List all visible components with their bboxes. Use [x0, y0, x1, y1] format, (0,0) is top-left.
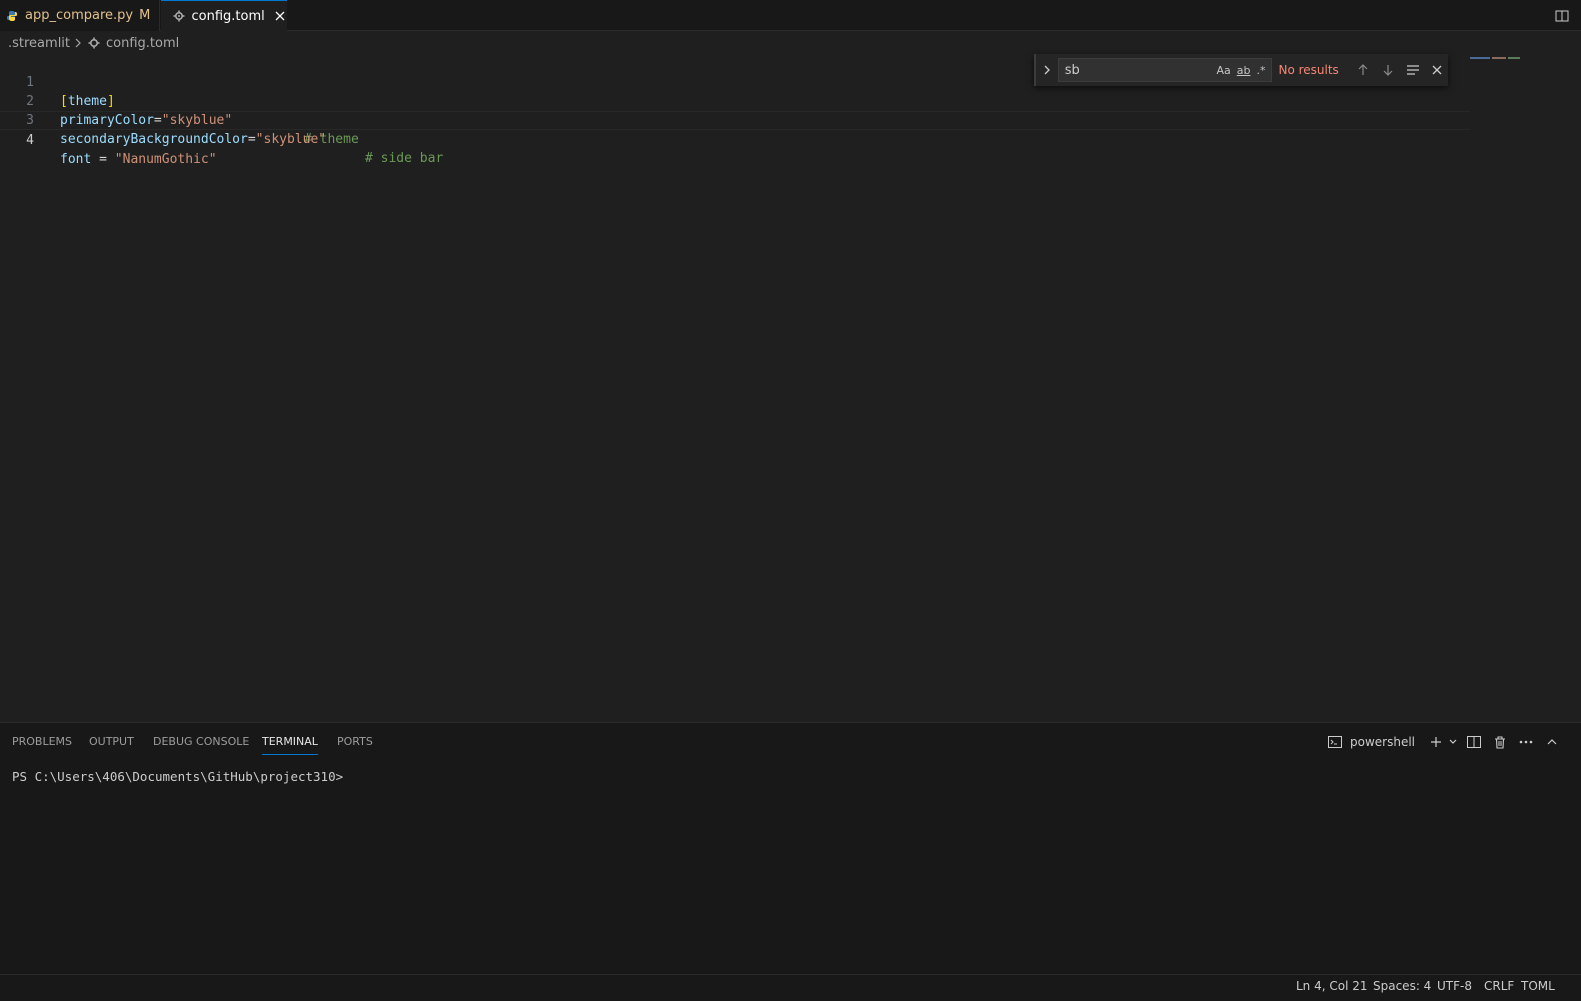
split-terminal-icon[interactable] — [1463, 731, 1485, 753]
find-input-value: sb — [1064, 62, 1080, 78]
file-encoding[interactable]: UTF-8 — [1437, 979, 1472, 993]
plus-icon[interactable] — [1425, 731, 1447, 753]
end-of-line[interactable]: CRLF — [1484, 979, 1514, 993]
chevron-down-icon[interactable] — [1447, 731, 1459, 753]
close-icon[interactable] — [273, 8, 287, 24]
regex-toggle[interactable]: .* — [1256, 64, 1265, 77]
code-editor[interactable]: 1 [theme] 2 primaryColor="skyblue" # the… — [0, 54, 1581, 722]
terminal-shell-selector[interactable]: powershell — [1324, 731, 1415, 753]
trash-icon[interactable] — [1489, 731, 1511, 753]
tab-ports[interactable]: PORTS — [337, 735, 373, 755]
editor-actions — [1551, 0, 1581, 31]
terminal-icon — [1324, 731, 1346, 753]
breadcrumb: .streamlit config.toml — [0, 32, 1581, 54]
tab-app-compare[interactable]: app_compare.py M — [0, 0, 160, 31]
gear-icon — [173, 9, 185, 23]
gear-icon — [88, 37, 100, 49]
code-line-current: 4 font = "NanumGothic" — [0, 111, 1470, 167]
close-icon[interactable] — [1426, 59, 1448, 81]
terminal-prompt[interactable]: PS C:\Users\406\Documents\GitHub\project… — [12, 769, 343, 784]
bottom-panel: PROBLEMS OUTPUT DEBUG CONSOLE TERMINAL P… — [0, 722, 1581, 974]
code-line: 3 secondaryBackgroundColor="skyblue" # s… — [0, 92, 1470, 166]
tab-terminal[interactable]: TERMINAL — [262, 735, 318, 755]
chevron-right-icon — [74, 38, 82, 48]
line-number: 4 — [26, 133, 34, 148]
indentation-setting[interactable]: Spaces: 4 — [1373, 979, 1431, 993]
status-bar: Ln 4, Col 21 Spaces: 4 UTF-8 CRLF TOML — [0, 974, 1581, 1001]
tab-problems[interactable]: PROBLEMS — [12, 735, 72, 755]
tab-debug-console[interactable]: DEBUG CONSOLE — [153, 735, 249, 755]
tab-output[interactable]: OUTPUT — [89, 735, 134, 755]
python-icon — [5, 9, 19, 23]
whole-word-toggle[interactable]: ab — [1237, 64, 1251, 77]
editor-tab-bar: app_compare.py M config.toml — [0, 0, 1581, 31]
tab-label: config.toml — [191, 8, 265, 24]
more-actions-icon[interactable] — [1515, 731, 1537, 753]
cursor-position[interactable]: Ln 4, Col 21 — [1296, 979, 1368, 993]
modified-indicator: M — [139, 8, 151, 23]
breadcrumb-folder[interactable]: .streamlit — [8, 36, 70, 51]
find-widget: sb Aa ab .* No results — [1034, 54, 1448, 86]
next-match-icon[interactable] — [1377, 59, 1399, 81]
code-text: secondaryBackgroundColor="skyblue" — [60, 132, 327, 147]
previous-match-icon[interactable] — [1352, 59, 1374, 81]
match-case-toggle[interactable]: Aa — [1216, 64, 1230, 77]
tab-label: app_compare.py — [25, 8, 134, 23]
shell-name: powershell — [1350, 735, 1415, 749]
code-text: font = "NanumGothic" — [60, 152, 217, 167]
breadcrumb-file[interactable]: config.toml — [106, 36, 179, 51]
find-in-selection-icon[interactable] — [1402, 59, 1424, 81]
find-input[interactable]: sb Aa ab .* — [1057, 58, 1273, 82]
chevron-right-icon[interactable] — [1038, 54, 1056, 86]
language-mode[interactable]: TOML — [1521, 979, 1555, 993]
find-result-count: No results — [1278, 63, 1339, 77]
chevron-up-icon[interactable] — [1541, 731, 1563, 753]
terminal-actions: powershell — [1324, 731, 1563, 753]
tab-config-toml[interactable]: config.toml — [161, 0, 287, 31]
minimap[interactable] — [1470, 54, 1530, 64]
split-editor-icon[interactable] — [1551, 5, 1573, 27]
code-comment: # side bar — [365, 151, 444, 166]
